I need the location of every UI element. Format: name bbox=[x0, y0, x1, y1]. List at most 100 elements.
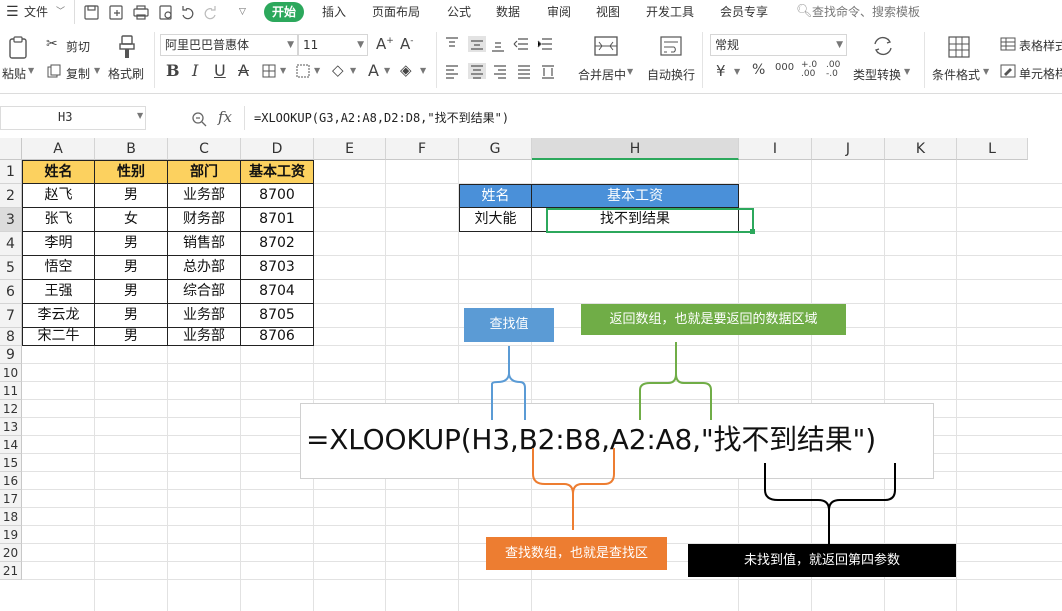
table-cell[interactable]: 男 bbox=[95, 328, 168, 346]
row-header-9[interactable]: 9 bbox=[0, 346, 22, 364]
row-header-8[interactable]: 8 bbox=[0, 328, 22, 346]
font-size-select[interactable]: 11 ▼ bbox=[298, 34, 368, 56]
table-cell[interactable]: 业务部 bbox=[168, 328, 241, 346]
search-command-input[interactable]: 查找命令、搜索模板 bbox=[812, 0, 920, 24]
font-color-icon[interactable]: A bbox=[368, 61, 379, 80]
italic-icon[interactable]: I bbox=[192, 61, 198, 80]
row-header-1[interactable]: 1 bbox=[0, 160, 22, 184]
merge-center-button[interactable]: 合并居中 bbox=[578, 66, 626, 83]
row-header-5[interactable]: 5 bbox=[0, 256, 22, 280]
increase-font-icon[interactable]: A+ bbox=[376, 35, 394, 53]
table-cell[interactable]: 8701 bbox=[241, 208, 314, 232]
table-cell[interactable]: 女 bbox=[95, 208, 168, 232]
column-header-b[interactable]: B bbox=[95, 138, 168, 160]
cell-style-button[interactable]: 单元格样 bbox=[1019, 65, 1062, 82]
chevron-down-icon[interactable]: ▼ bbox=[28, 66, 34, 75]
tab-view[interactable]: 视图 bbox=[596, 0, 620, 24]
merge-center-icon[interactable] bbox=[594, 36, 618, 56]
table-cell[interactable]: 赵飞 bbox=[22, 184, 95, 208]
column-header-i[interactable]: I bbox=[739, 138, 812, 160]
row-header-12[interactable]: 12 bbox=[0, 400, 22, 418]
chevron-down-icon[interactable]: ▼ bbox=[350, 66, 356, 75]
table-cell[interactable]: 宋二牛 bbox=[22, 328, 95, 346]
table-cell[interactable]: 张飞 bbox=[22, 208, 95, 232]
row-header-3[interactable]: 3 bbox=[0, 208, 22, 232]
table-cell[interactable]: 李明 bbox=[22, 232, 95, 256]
row-header-7[interactable]: 7 bbox=[0, 304, 22, 328]
table-cell[interactable]: 销售部 bbox=[168, 232, 241, 256]
table-cell[interactable]: 男 bbox=[95, 184, 168, 208]
fx-icon[interactable]: fx bbox=[218, 108, 232, 126]
increase-decimal-icon[interactable]: +.0.00 bbox=[801, 61, 817, 79]
cell-style-icon[interactable] bbox=[1000, 64, 1016, 78]
type-convert-button[interactable]: 类型转换 bbox=[853, 66, 901, 83]
tab-formula[interactable]: 公式 bbox=[447, 0, 471, 24]
chevron-down-icon[interactable]: ▼ bbox=[983, 67, 989, 76]
table-header-cell[interactable]: 姓名 bbox=[22, 160, 95, 184]
table-cell[interactable]: 悟空 bbox=[22, 256, 95, 280]
chevron-down-icon[interactable]: ▼ bbox=[384, 66, 390, 75]
column-header-k[interactable]: K bbox=[885, 138, 957, 160]
row-header-20[interactable]: 20 bbox=[0, 544, 22, 562]
table-cell[interactable]: 8704 bbox=[241, 280, 314, 304]
row-header-19[interactable]: 19 bbox=[0, 526, 22, 544]
name-box[interactable]: H3 ▼ bbox=[0, 106, 146, 130]
tab-data[interactable]: 数据 bbox=[496, 0, 520, 24]
lookup-header-cell[interactable]: 姓名 bbox=[459, 184, 532, 208]
column-header-l[interactable]: L bbox=[957, 138, 1028, 160]
table-cell[interactable]: 业务部 bbox=[168, 304, 241, 328]
fill-color-icon[interactable]: ◇ bbox=[332, 61, 344, 79]
chevron-down-icon[interactable]: ▼ bbox=[314, 66, 320, 75]
table-cell[interactable]: 男 bbox=[95, 256, 168, 280]
column-header-h[interactable]: H bbox=[532, 138, 739, 160]
table-cell[interactable]: 李云龙 bbox=[22, 304, 95, 328]
fill-handle[interactable] bbox=[750, 229, 755, 234]
chevron-down-icon[interactable]: ﹀ bbox=[56, 0, 65, 24]
spreadsheet-grid[interactable]: ABCDEFGHIJKL 1 2 3 4 5 6 7 8 9 10 11 12 13 14 15 16 17 18… bbox=[0, 138, 1062, 611]
row-header-10[interactable]: 10 bbox=[0, 364, 22, 382]
cut-button[interactable]: 剪切 bbox=[66, 38, 90, 55]
scissors-icon[interactable]: ✂ bbox=[46, 36, 58, 52]
conditional-format-button[interactable]: 条件格式 bbox=[932, 66, 980, 83]
table-cell[interactable]: 男 bbox=[95, 304, 168, 328]
row-header-16[interactable]: 16 bbox=[0, 472, 22, 490]
row-header-11[interactable]: 11 bbox=[0, 382, 22, 400]
table-style-button[interactable]: 表格样式 bbox=[1019, 37, 1062, 54]
currency-icon[interactable]: ¥ bbox=[716, 62, 726, 80]
thousands-icon[interactable]: 000 bbox=[775, 62, 794, 73]
column-header-j[interactable]: J bbox=[812, 138, 885, 160]
row-header-15[interactable]: 15 bbox=[0, 454, 22, 472]
type-convert-icon[interactable] bbox=[872, 36, 894, 56]
wrap-text-icon[interactable] bbox=[660, 36, 682, 56]
row-header-13[interactable]: 13 bbox=[0, 418, 22, 436]
column-header-f[interactable]: F bbox=[386, 138, 459, 160]
tab-insert[interactable]: 插入 bbox=[322, 0, 346, 24]
row-header-21[interactable]: 21 bbox=[0, 562, 22, 580]
table-cell[interactable]: 综合部 bbox=[168, 280, 241, 304]
file-menu[interactable]: 文件 bbox=[24, 0, 48, 24]
number-format-select[interactable]: 常规 ▼ bbox=[710, 34, 847, 56]
font-name-select[interactable]: 阿里巴巴普惠体 ▼ bbox=[160, 34, 298, 56]
table-cell[interactable]: 8703 bbox=[241, 256, 314, 280]
tab-member[interactable]: 会员专享 bbox=[720, 0, 768, 24]
table-cell[interactable]: 男 bbox=[95, 280, 168, 304]
decrease-font-icon[interactable]: A- bbox=[400, 35, 414, 53]
chevron-down-icon[interactable]: ▼ bbox=[904, 67, 910, 76]
eraser-icon[interactable]: ◈ bbox=[400, 61, 412, 79]
column-header-c[interactable]: C bbox=[168, 138, 241, 160]
copy-icon[interactable] bbox=[47, 64, 61, 78]
decrease-decimal-icon[interactable]: .00 -.0 bbox=[826, 61, 840, 79]
chevron-down-icon[interactable]: ▼ bbox=[627, 67, 633, 76]
column-header-e[interactable]: E bbox=[314, 138, 386, 160]
percent-icon[interactable]: % bbox=[752, 62, 765, 78]
column-header-d[interactable]: D bbox=[241, 138, 314, 160]
table-cell[interactable]: 王强 bbox=[22, 280, 95, 304]
paste-button[interactable]: 粘贴 bbox=[2, 65, 26, 82]
chevron-down-icon[interactable]: ▼ bbox=[734, 67, 740, 76]
column-header-a[interactable]: A bbox=[22, 138, 95, 160]
column-header-g[interactable]: G bbox=[459, 138, 532, 160]
table-cell[interactable]: 男 bbox=[95, 232, 168, 256]
row-header-2[interactable]: 2 bbox=[0, 184, 22, 208]
row-header-17[interactable]: 17 bbox=[0, 490, 22, 508]
tab-developer[interactable]: 开发工具 bbox=[646, 0, 694, 24]
